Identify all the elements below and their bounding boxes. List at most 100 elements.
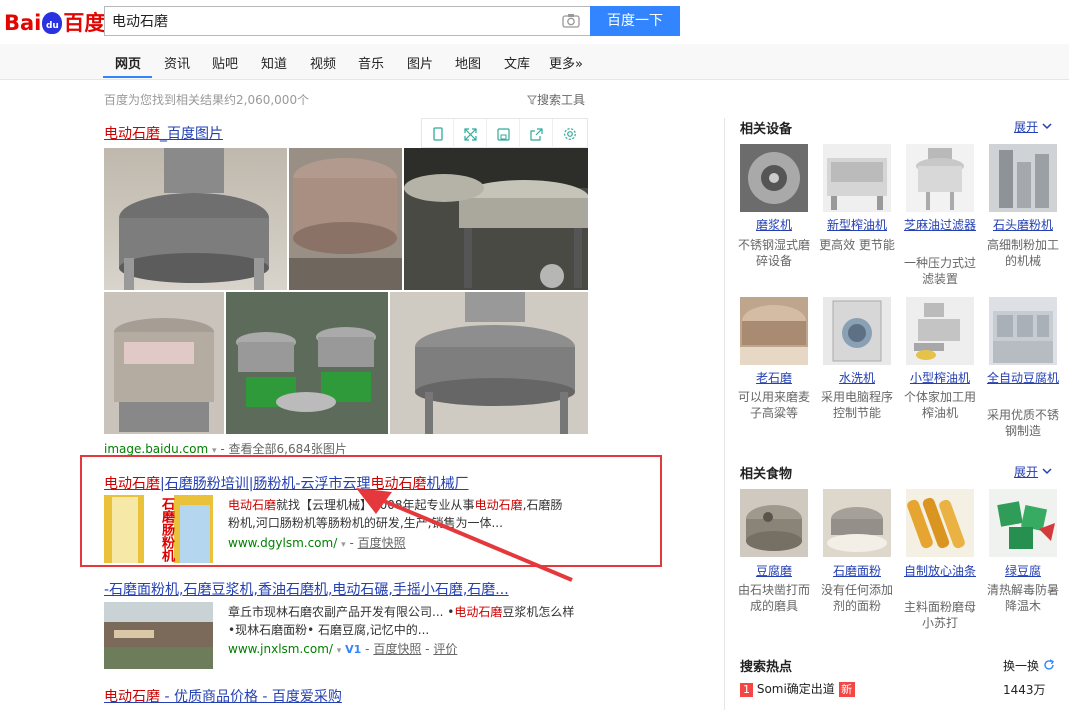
v1-badge[interactable]: V1 <box>345 643 361 656</box>
result-2-snippet: 章丘市现林石磨农副产品开发有限公司... •电动石磨豆浆机怎么样•现林石磨面粉•… <box>228 603 580 639</box>
food-desc: 没有任何添加剂的面粉 <box>820 583 893 613</box>
image-source[interactable]: image.baidu.com <box>104 442 208 456</box>
title-highlight: 电动石磨 <box>104 126 160 142</box>
refresh-button[interactable]: 换一换 <box>1003 657 1055 674</box>
logo-text-right: 百度 <box>63 11 106 35</box>
food-name[interactable]: 自制放心油条 <box>902 563 978 579</box>
result-2-url[interactable]: www.jnxlsm.com/ <box>228 642 333 656</box>
equipment-thumb[interactable] <box>989 297 1057 365</box>
equipment-name[interactable]: 小型榨油机 <box>902 370 978 386</box>
search-input[interactable] <box>105 7 545 35</box>
food-desc: 清热解毒防暑降温木 <box>986 583 1059 613</box>
related-food-heading: 相关食物 <box>740 467 793 482</box>
stone-mill-photo[interactable] <box>404 148 588 290</box>
equipment-name[interactable]: 新型榨油机 <box>819 217 895 233</box>
fullscreen-icon[interactable] <box>455 119 487 149</box>
equipment-name[interactable]: 石头磨粉机 <box>985 217 1061 233</box>
result-count: 百度为您找到相关结果约2,060,000个 <box>104 93 310 107</box>
stone-mill-photo[interactable] <box>390 292 588 434</box>
snippet-highlight: 电动石磨 <box>228 498 277 512</box>
phone-icon[interactable] <box>422 119 454 149</box>
food-thumb[interactable] <box>740 489 808 557</box>
equipment-desc: 不锈钢湿式磨碎设备 <box>737 238 810 268</box>
equipment-thumb[interactable] <box>823 144 891 212</box>
expand-label: 展开 <box>1014 120 1039 134</box>
annotation-arrow <box>356 488 573 582</box>
equipment-desc: 采用优质不锈钢制造 <box>986 408 1059 438</box>
title-highlight: 电动石磨 <box>104 689 160 705</box>
result-2-title[interactable]: -石磨面粉机,石磨豆浆机,香油石磨机,电动石碾,手摇小石磨,石磨... <box>104 579 509 599</box>
snippet-text: 章丘市现林石磨农副产品开发有限公司... • <box>228 605 455 619</box>
food-name[interactable]: 绿豆腐 <box>985 563 1061 579</box>
caret-down-icon[interactable]: ▾ <box>337 646 342 656</box>
hot-search-text: Somi确定出道 <box>756 682 835 696</box>
stone-mill-photo[interactable] <box>104 292 224 434</box>
search-tools-label: 搜索工具 <box>537 93 586 107</box>
tab-music[interactable]: 音乐 <box>358 53 384 72</box>
hot-search-count: 1443万 <box>1003 683 1046 697</box>
equipment-desc: 高细制粉加工的机械 <box>986 238 1059 268</box>
tab-map[interactable]: 地图 <box>455 53 481 72</box>
food-desc: 主料面粉磨母小苏打 <box>903 600 976 630</box>
tab-tieba[interactable]: 贴吧 <box>212 53 238 72</box>
equipment-thumb[interactable] <box>906 297 974 365</box>
camera-icon[interactable] <box>562 13 580 28</box>
equipment-name[interactable]: 全自动豆腐机 <box>985 370 1061 386</box>
stone-mill-photo[interactable] <box>226 292 388 434</box>
food-desc: 由石块凿打而成的磨具 <box>737 583 810 613</box>
result-1-url[interactable]: www.dgylsm.com/ <box>228 536 337 550</box>
result-2-footer: www.jnxlsm.com/ ▾ V1 - 百度快照 - 评价 <box>228 642 458 656</box>
chevron-down-icon <box>1042 123 1052 130</box>
equipment-thumb[interactable] <box>906 144 974 212</box>
new-badge: 新 <box>838 682 855 697</box>
tab-news[interactable]: 资讯 <box>164 53 190 72</box>
equipment-name[interactable]: 磨浆机 <box>736 217 812 233</box>
equipment-thumb[interactable] <box>989 144 1057 212</box>
image-result-title[interactable]: 电动石磨_百度图片 <box>104 123 223 143</box>
caret-down-icon[interactable]: ▾ <box>341 540 346 550</box>
result-1-thumbnail[interactable]: 石磨肠粉机 <box>104 495 213 563</box>
result-2-thumbnail[interactable] <box>104 602 213 669</box>
settings-icon[interactable] <box>554 119 586 149</box>
equipment-name[interactable]: 芝麻油过滤器 <box>902 217 978 233</box>
food-thumb[interactable] <box>823 489 891 557</box>
tab-images[interactable]: 图片 <box>407 53 433 72</box>
view-all-images-link[interactable]: - 查看全部6,684张图片 <box>220 442 347 456</box>
filter-icon <box>527 95 537 105</box>
title-text: |石磨肠粉培训|肠粉机-云浮市云理 <box>160 476 371 492</box>
tab-video[interactable]: 视频 <box>310 53 336 72</box>
equipment-thumb[interactable] <box>740 144 808 212</box>
food-thumb[interactable] <box>906 489 974 557</box>
tab-wenku[interactable]: 文库 <box>504 53 530 72</box>
equipment-desc: 可以用来磨麦子高粱等 <box>737 390 810 420</box>
stone-mill-photo[interactable] <box>289 148 402 290</box>
share-icon[interactable] <box>521 119 553 149</box>
equipment-desc: 采用电脑程序控制节能 <box>820 390 893 420</box>
food-name[interactable]: 石磨面粉 <box>819 563 895 579</box>
equipment-thumb[interactable] <box>740 297 808 365</box>
hot-search-item[interactable]: 1 Somi确定出道 新 <box>740 680 855 697</box>
tab-more[interactable]: 更多» <box>549 53 583 72</box>
result-3-title[interactable]: 电动石磨 - 优质商品价格 - 百度爱采购 <box>104 686 342 706</box>
equipment-name[interactable]: 水洗机 <box>819 370 895 386</box>
food-thumb[interactable] <box>989 489 1057 557</box>
baidu-logo[interactable]: Bai du 百度 <box>4 8 105 38</box>
related-equipment-expand[interactable]: 展开 <box>1014 118 1052 135</box>
related-food-expand[interactable]: 展开 <box>1014 463 1052 480</box>
equipment-desc: 更高效 更节能 <box>819 238 895 252</box>
save-icon[interactable] <box>488 119 520 149</box>
search-tools-button[interactable]: 搜索工具 <box>527 91 585 108</box>
food-name[interactable]: 豆腐磨 <box>736 563 812 579</box>
chevron-down-icon <box>1042 468 1052 475</box>
equipment-name[interactable]: 老石磨 <box>736 370 812 386</box>
stone-mill-photo[interactable] <box>104 148 287 290</box>
snippet-highlight: 电动石磨 <box>454 605 503 619</box>
review-link[interactable]: 评价 <box>433 642 457 656</box>
tab-zhidao[interactable]: 知道 <box>261 53 287 72</box>
tab-web[interactable]: 网页 <box>115 53 141 72</box>
search-button[interactable]: 百度一下 <box>590 6 680 36</box>
equipment-thumb[interactable] <box>823 297 891 365</box>
logo-text-left: Bai <box>4 11 42 35</box>
cache-link[interactable]: 百度快照 <box>373 642 421 656</box>
refresh-label: 换一换 <box>1003 659 1040 673</box>
